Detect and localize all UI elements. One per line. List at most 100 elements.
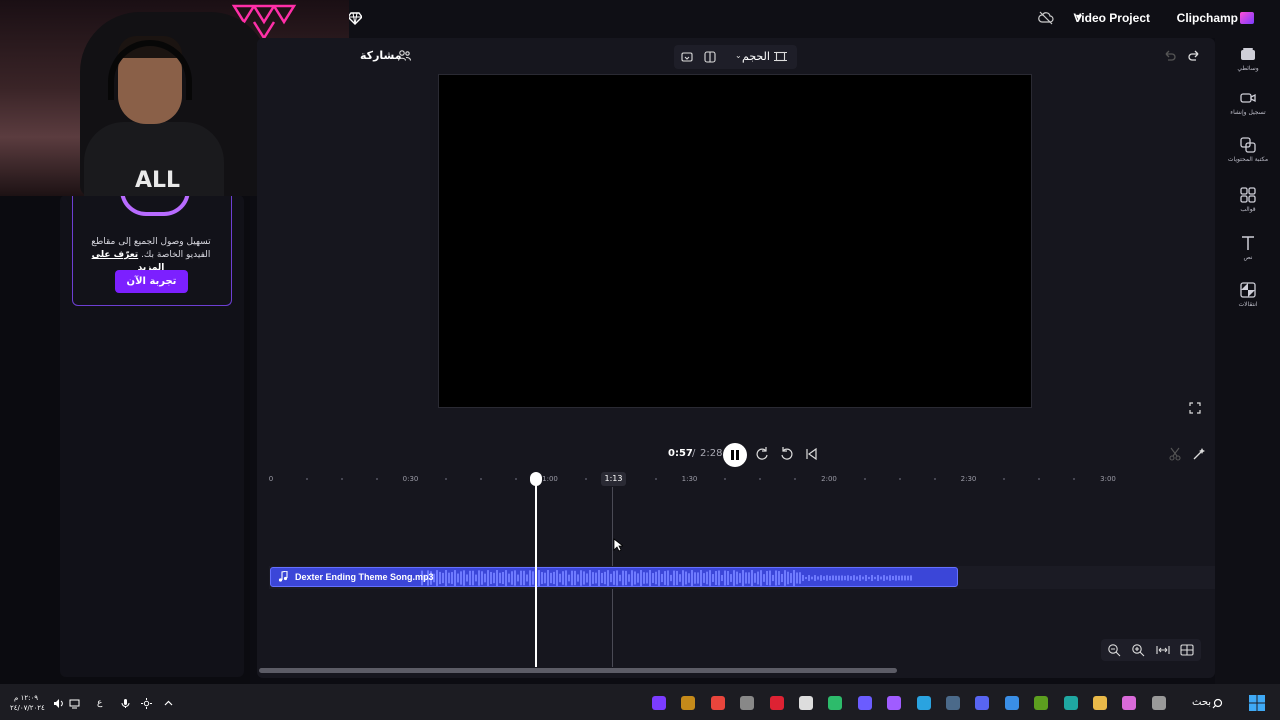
waveform-bar — [679, 574, 681, 582]
folder-icon[interactable] — [1093, 696, 1107, 710]
tick-dot — [375, 478, 378, 480]
app-icon[interactable] — [1151, 696, 1166, 710]
waveform-bar — [742, 570, 744, 586]
taskbar-search[interactable]: بحث — [1192, 697, 1211, 708]
mouse-cursor-icon — [613, 538, 623, 552]
chrome-icon[interactable] — [710, 696, 725, 710]
chevron-up-icon[interactable] — [163, 698, 174, 709]
waveform-bar — [748, 572, 750, 584]
waveform-bar — [637, 573, 639, 583]
waveform-bar — [526, 574, 528, 582]
app-icon[interactable] — [681, 696, 696, 710]
waveform-bar — [478, 570, 480, 586]
playhead-handle[interactable] — [530, 472, 542, 486]
transitions-icon — [1240, 282, 1256, 298]
zoom-out-icon[interactable] — [1107, 643, 1121, 657]
app-icon[interactable] — [887, 696, 902, 710]
skip-to-start-icon[interactable] — [804, 447, 818, 461]
waveform-bar — [766, 570, 768, 586]
share-button[interactable]: مشاركة — [360, 49, 402, 62]
crop-icon[interactable] — [774, 50, 787, 63]
diamond-icon[interactable] — [348, 11, 362, 25]
fit-timeline-icon[interactable] — [1156, 643, 1170, 657]
brightness-icon[interactable] — [141, 698, 152, 709]
zoom-in-icon[interactable] — [1131, 643, 1145, 657]
rail-item-text[interactable]: نص — [1225, 235, 1271, 262]
right-sidebar — [1215, 38, 1280, 684]
microphone-icon[interactable] — [120, 698, 131, 709]
waveform-bar — [493, 572, 495, 584]
clipchamp-app-icon[interactable] — [652, 696, 666, 710]
hover-time-tooltip: 1:13 — [601, 472, 626, 486]
waveform-bar — [517, 574, 519, 582]
split-icon[interactable] — [1168, 447, 1182, 461]
waveform-bar — [904, 575, 906, 581]
chevron-down-icon[interactable]: ⌄ — [735, 51, 742, 60]
discord-icon[interactable] — [975, 696, 990, 710]
expand-tracks-icon[interactable] — [1180, 643, 1194, 657]
waveform-bar — [499, 572, 501, 584]
flip-icon[interactable] — [703, 50, 717, 64]
video-preview[interactable] — [438, 74, 1032, 408]
templates-icon — [1240, 187, 1256, 203]
nvidia-icon[interactable] — [1034, 696, 1049, 710]
waveform-bar — [745, 572, 747, 584]
app-icon[interactable] — [740, 696, 755, 710]
skip-back-5-icon[interactable] — [779, 446, 794, 461]
store-icon[interactable] — [1004, 696, 1019, 710]
waveform-bar — [787, 571, 789, 585]
telegram-icon[interactable] — [916, 696, 931, 710]
audio-clip-name: Dexter Ending Theme Song.mp3 — [295, 572, 434, 582]
rail-item-media[interactable]: وسائطي — [1225, 46, 1271, 73]
undo-icon[interactable] — [1162, 49, 1176, 63]
cloud-off-icon[interactable] — [1038, 10, 1054, 26]
waveform-bar — [469, 570, 471, 586]
steam-icon[interactable] — [946, 696, 960, 710]
waveform-bar — [652, 573, 654, 583]
volume-icon[interactable] — [53, 698, 64, 709]
project-name[interactable]: Video Project — [1074, 11, 1150, 25]
skip-forward-5-icon[interactable] — [755, 446, 770, 461]
magic-wand-icon[interactable] — [1192, 447, 1206, 461]
edge-icon[interactable] — [1063, 696, 1078, 710]
app-icon[interactable] — [828, 696, 843, 710]
waveform-bar — [685, 571, 687, 585]
rail-item-content-library[interactable]: مكتبة المحتويات — [1225, 137, 1271, 164]
app-icon[interactable] — [857, 696, 872, 710]
playhead[interactable] — [535, 484, 537, 667]
time-separator: / — [692, 448, 696, 459]
waveform-bar — [865, 575, 867, 581]
waveform-bar — [658, 570, 660, 586]
network-icon[interactable] — [69, 698, 80, 709]
waveform-bar — [802, 575, 804, 581]
fullscreen-icon[interactable] — [1189, 402, 1201, 414]
copilot-icon[interactable] — [1122, 696, 1137, 710]
windows-start-icon[interactable] — [1249, 695, 1265, 711]
rotate-icon[interactable] — [680, 50, 694, 64]
waveform-bar — [754, 573, 756, 583]
waveform-bar — [454, 570, 456, 586]
horizontal-scrollbar[interactable] — [259, 668, 897, 673]
waveform-bar — [565, 570, 567, 586]
language-indicator[interactable]: ع — [97, 698, 102, 708]
waveform-bar — [556, 570, 558, 586]
rail-item-transitions[interactable]: انتقالات — [1225, 282, 1271, 309]
waveform-bar — [799, 572, 801, 584]
waveform-bar — [718, 570, 720, 586]
people-icon[interactable] — [398, 50, 411, 61]
waveform-bar — [538, 570, 540, 586]
text-icon — [1242, 236, 1254, 250]
rail-item-templates[interactable]: قوالب — [1225, 187, 1271, 214]
waveform-bar — [502, 571, 504, 585]
try-now-button[interactable]: تجربة الآن — [115, 270, 188, 293]
taskbar-date[interactable]: ٢٤/٠٧/٢٠٢٤ — [10, 704, 45, 712]
taskbar-time[interactable]: ١٢:٠٩ م — [14, 694, 38, 702]
rail-item-record[interactable]: تسجيل وإنشاء — [1225, 90, 1271, 117]
file-icon[interactable] — [799, 696, 813, 710]
waveform-bar — [781, 573, 783, 583]
app-icon[interactable] — [769, 696, 784, 710]
redo-icon[interactable] — [1188, 49, 1202, 63]
search-icon[interactable] — [1212, 698, 1223, 709]
pause-button[interactable] — [723, 443, 747, 467]
size-dropdown[interactable]: الحجم — [742, 50, 770, 63]
